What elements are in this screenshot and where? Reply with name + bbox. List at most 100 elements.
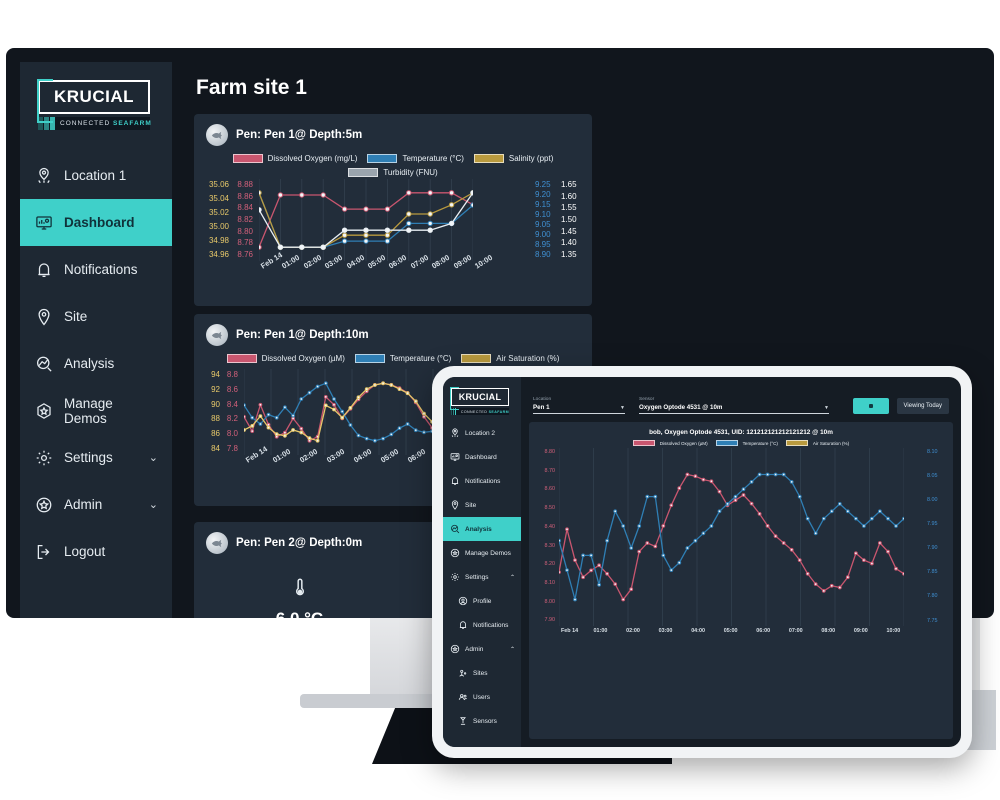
data-point <box>363 238 369 244</box>
x-axis-tick: Feb 14 <box>561 628 579 634</box>
axis-tick: 9.10 <box>535 210 551 219</box>
tablet-sidebar-item-label: Dashboard <box>465 453 497 461</box>
x-axis-labels: Feb 1401:0002:0003:0004:0005:0006:0007:0… <box>208 250 580 285</box>
tablet-x-axis-labels: Feb 14 01:00 02:00 03:00 04:00 05:00 06:00 07:0… <box>561 628 919 634</box>
sidebar-item-label: Manage Demos <box>64 395 113 426</box>
location-select[interactable]: Pen 1 ▼ <box>533 404 625 414</box>
axis-tick: 8.10 <box>544 580 556 587</box>
sidebar-item-settings[interactable]: Settings ⌄ <box>20 434 172 481</box>
data-point <box>406 190 412 196</box>
axis-tick: 7.8 <box>226 443 238 453</box>
axis-tick: 8.82 <box>237 214 253 224</box>
tablet-sidebar-item-profile[interactable]: Profile <box>443 589 521 613</box>
x-axis-tick: 09:00 <box>853 628 868 634</box>
data-point <box>773 472 778 477</box>
tablet-sidebar-item-users[interactable]: Users <box>443 685 521 709</box>
data-point <box>797 558 802 562</box>
sidebar-item-location-1[interactable]: Location 1 <box>20 152 172 199</box>
star-badge-icon <box>34 401 54 421</box>
data-point <box>629 546 634 550</box>
sidebar-item-analysis[interactable]: Analysis <box>20 340 172 387</box>
brand-tagline-text: CONNECTED SEAFARM <box>60 120 152 127</box>
data-point <box>573 558 577 562</box>
tablet-sidebar-item-sites[interactable]: Sites <box>443 661 521 685</box>
legend-label: Temperature (°C) <box>742 440 778 446</box>
tablet-sidebar-item-admin[interactable]: Admin ⌃ <box>443 637 521 661</box>
tablet-sidebar-item-manage-demos[interactable]: Manage Demos <box>443 541 521 565</box>
data-point <box>733 498 738 503</box>
axis-tick: 9.05 <box>535 220 551 229</box>
user-icon <box>457 596 468 607</box>
chevron-down-icon: ⌄ <box>148 452 158 464</box>
data-point <box>765 524 770 528</box>
sidebar-item-notifications[interactable]: Notifications <box>20 246 172 293</box>
users-icon <box>457 692 468 703</box>
data-point <box>709 524 714 528</box>
card-title: Pen: Pen 1@ Depth:5m <box>236 129 363 141</box>
data-point <box>581 575 586 580</box>
tablet-screen: KRUCIAL CONNECTED SEAFARM Location 2 Das… <box>443 377 961 747</box>
axis-tick: 8.05 <box>927 473 938 480</box>
data-point <box>821 589 826 593</box>
data-point <box>653 544 658 549</box>
tablet-brand-logo: KRUCIAL CONNECTED SEAFARM <box>443 383 521 421</box>
sidebar-item-dashboard[interactable]: Dashboard <box>20 199 172 246</box>
viewing-today-button[interactable]: Viewing Today <box>896 398 949 414</box>
axis-tick: 8.88 <box>237 180 253 189</box>
tablet-sidebar-item-sensors[interactable]: Sensors <box>443 709 521 733</box>
sidebar-item-site[interactable]: Site <box>20 293 172 340</box>
axis-tick: 7.95 <box>927 521 938 528</box>
data-point <box>773 534 778 538</box>
tablet-sidebar-item-settings-notifications[interactable]: Notifications <box>443 613 521 637</box>
data-point <box>389 383 394 387</box>
axis-tick: 9.20 <box>535 190 551 199</box>
data-point <box>373 438 377 443</box>
sensor-select[interactable]: Oxygen Optode 4531 @ 10m ▼ <box>639 404 829 414</box>
legend-swatch <box>715 440 738 446</box>
tablet-chart-card: bob, Oxygen Optode 4531, UID: 1212121212… <box>529 422 953 739</box>
data-point <box>597 563 601 568</box>
data-point <box>685 546 690 550</box>
location-pin-icon <box>449 428 460 439</box>
tablet-sidebar-item-dashboard[interactable]: Dashboard <box>443 445 521 469</box>
axis-tick: 7.90 <box>927 545 938 552</box>
chart-legend: Dissolved Oxygen (µM) Temperature (°C) A… <box>206 354 580 363</box>
data-point <box>332 407 336 412</box>
calendar-button[interactable] <box>852 398 889 414</box>
chart-body: 35.06 35.04 35.02 35.00 34.98 34.96 8.88 8.86 8… <box>206 179 580 261</box>
chart-legend: Dissolved Oxygen (mg/L) Temperature (°C)… <box>206 154 580 177</box>
data-point <box>669 503 674 508</box>
data-point <box>781 541 786 545</box>
axis-tick: 35.06 <box>208 180 229 189</box>
data-point <box>559 570 561 574</box>
axis-tick: 34.96 <box>208 250 229 259</box>
axis-tick: 1.50 <box>561 214 577 224</box>
tablet-sidebar-item-settings[interactable]: Settings ⌃ <box>443 565 521 589</box>
data-point <box>765 472 770 477</box>
data-point <box>341 238 348 244</box>
axis-tick: 8.90 <box>535 250 551 259</box>
tablet-sidebar-item-location-2[interactable]: Location 2 <box>443 421 521 445</box>
data-point <box>244 428 246 432</box>
x-axis-tick: 07:00 <box>788 628 803 634</box>
tablet-sidebar-item-analysis[interactable]: Analysis <box>443 517 521 541</box>
data-point <box>283 430 287 435</box>
sidebar-item-manage-demos[interactable]: Manage Demos <box>20 387 172 434</box>
sidebar-item-logout[interactable]: Logout <box>20 528 172 575</box>
tablet-sidebar-item-notifications[interactable]: Notifications <box>443 469 521 493</box>
data-point <box>315 384 320 389</box>
tablet-sidebar-item-site[interactable]: Site <box>443 493 521 517</box>
data-point <box>363 232 369 238</box>
legend-item: Turbidity (FNU) <box>348 168 438 177</box>
data-point <box>320 192 326 198</box>
axis-tick: 8.2 <box>226 414 238 424</box>
data-point <box>870 516 874 521</box>
data-point <box>862 558 866 562</box>
sidebar-item-admin[interactable]: Admin ⌄ <box>20 481 172 528</box>
data-point <box>259 190 262 196</box>
legend-swatch <box>367 154 398 163</box>
axis-tick: 9.00 <box>535 230 551 239</box>
data-point <box>470 190 473 196</box>
screenshot-stage: KRUCIAL CONNECTED SEAFARM Location 1 Das… <box>0 0 1000 800</box>
legend-swatch <box>348 168 379 177</box>
